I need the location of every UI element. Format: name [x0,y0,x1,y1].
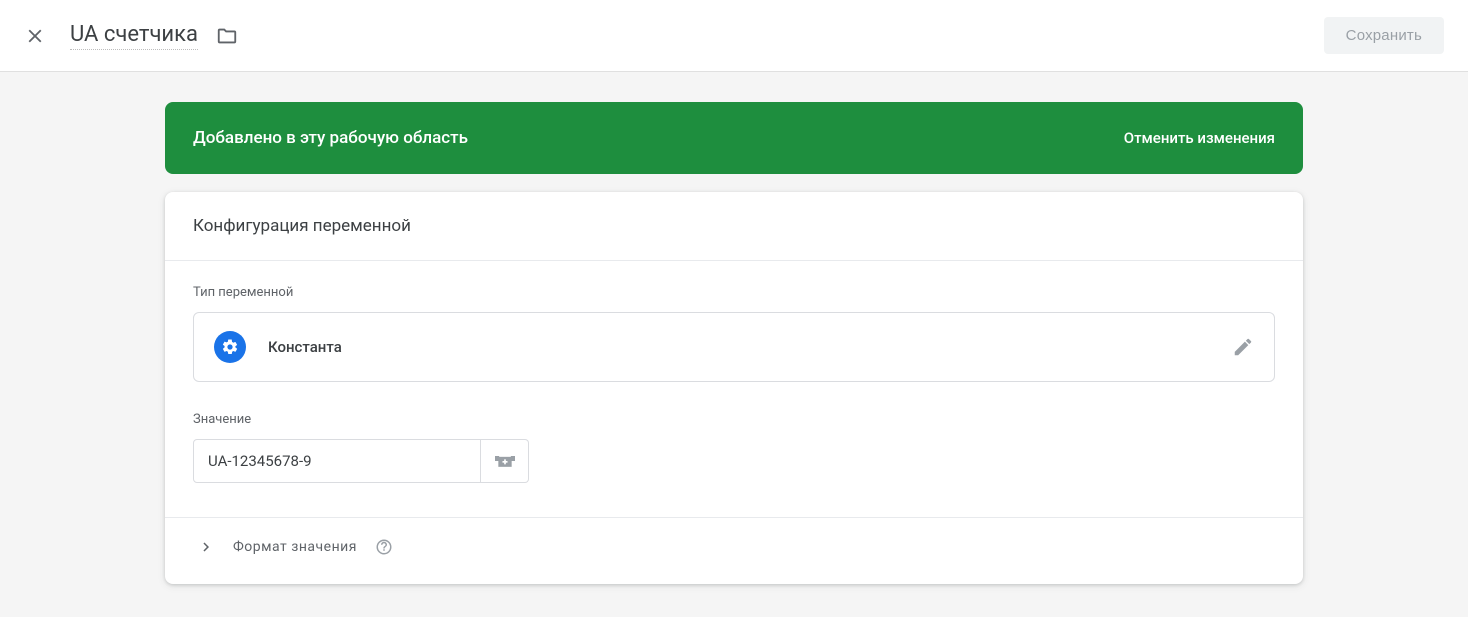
folder-icon[interactable] [216,25,238,47]
value-section: Значение [193,412,1275,483]
content-inner: Добавлено в эту рабочую область Отменить… [165,102,1303,584]
status-banner: Добавлено в эту рабочую область Отменить… [165,102,1303,174]
format-value-toggle[interactable]: Формат значения [193,518,1275,574]
title-wrap: UA счетчика [70,22,238,50]
page-title[interactable]: UA счетчика [70,22,198,50]
card-body: Тип переменной Константа Значение [165,261,1303,584]
chevron-right-icon [197,538,215,556]
close-icon [24,25,46,47]
banner-undo-action[interactable]: Отменить изменения [1124,129,1275,147]
card-title: Конфигурация переменной [165,192,1303,261]
insert-variable-button[interactable] [481,439,529,483]
value-label: Значение [193,412,1275,427]
content-area: Добавлено в эту рабочую область Отменить… [0,72,1468,584]
type-selector-left: Константа [214,331,342,363]
variable-type-selector[interactable]: Константа [193,312,1275,382]
close-button[interactable] [24,25,46,47]
help-icon[interactable] [375,538,393,556]
value-input[interactable] [193,439,481,483]
header-left: UA счетчика [24,22,238,50]
block-plus-icon [495,453,515,469]
type-label: Тип переменной [193,285,1275,300]
save-button[interactable]: Сохранить [1324,17,1444,54]
type-value: Константа [268,338,342,356]
value-row [193,439,1275,483]
config-card: Конфигурация переменной Тип переменной К… [165,192,1303,584]
gear-icon [214,331,246,363]
header-bar: UA счетчика Сохранить [0,0,1468,72]
banner-message: Добавлено в эту рабочую область [193,128,468,148]
format-label: Формат значения [233,539,357,555]
pencil-icon[interactable] [1232,336,1254,358]
